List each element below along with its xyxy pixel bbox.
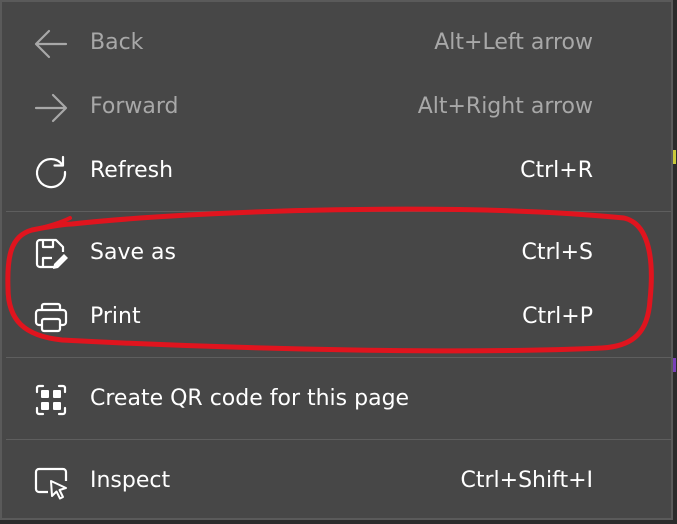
menu-item-refresh[interactable]: Refresh Ctrl+R: [2, 142, 671, 202]
menu-item-label: Inspect: [90, 468, 171, 493]
arrow-left-icon: [34, 29, 68, 59]
menu-divider: [6, 439, 671, 440]
menu-item-label: Refresh: [90, 158, 174, 183]
background-edge-mark: [673, 150, 676, 164]
arrow-right-icon: [34, 93, 68, 123]
menu-item-save-as[interactable]: Save as Ctrl+S: [2, 224, 671, 284]
menu-item-shortcut: Ctrl+R: [520, 158, 593, 183]
menu-item-forward[interactable]: Forward Alt+Right arrow: [2, 78, 671, 138]
menu-item-shortcut: Alt+Right arrow: [417, 94, 593, 119]
menu-divider: [6, 357, 671, 358]
refresh-icon: [36, 155, 67, 189]
menu-divider: [6, 211, 671, 212]
menu-item-label: Print: [90, 304, 141, 329]
printer-icon: [34, 302, 68, 333]
menu-item-label: Forward: [90, 94, 179, 119]
menu-item-label: Back: [90, 30, 144, 55]
save-as-icon: [35, 238, 68, 269]
menu-item-shortcut: Ctrl+S: [521, 240, 593, 265]
background-edge-mark: [673, 358, 676, 372]
menu-item-create-qr-code[interactable]: Create QR code for this page: [2, 370, 671, 430]
menu-item-shortcut: Ctrl+P: [522, 304, 593, 329]
menu-item-inspect[interactable]: Inspect Ctrl+Shift+I: [2, 452, 671, 512]
menu-item-label: Create QR code for this page: [90, 386, 410, 411]
menu-item-print[interactable]: Print Ctrl+P: [2, 288, 671, 348]
qr-code-icon: [35, 384, 67, 416]
inspect-icon: [34, 467, 68, 500]
menu-item-back[interactable]: Back Alt+Left arrow: [2, 14, 671, 74]
menu-item-label: Save as: [90, 240, 176, 265]
menu-item-shortcut: Ctrl+Shift+I: [460, 468, 593, 493]
context-menu: Back Alt+Left arrow Forward Alt+Right ar…: [0, 0, 673, 520]
menu-item-shortcut: Alt+Left arrow: [434, 30, 593, 55]
